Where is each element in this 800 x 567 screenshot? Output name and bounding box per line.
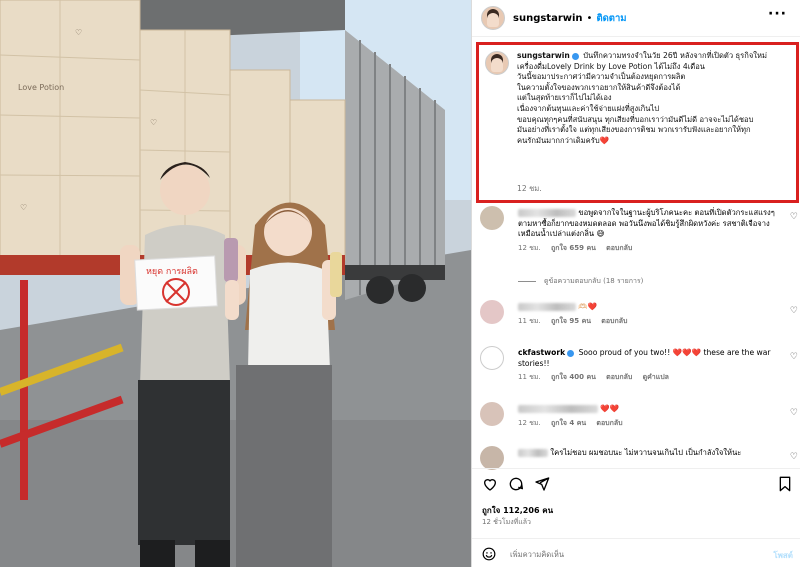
comment-emoji: ❤️❤️ (600, 404, 620, 413)
share-icon[interactable] (534, 476, 550, 492)
comment-likes[interactable]: ถูกใจ 659 คน (551, 244, 596, 252)
post-photo-illustration: Love Potion ♡ ♡ ♡ หยุด การผลิต (0, 0, 471, 567)
header-divider (472, 36, 800, 37)
svg-text:♡: ♡ (75, 28, 82, 37)
commenter-avatar[interactable] (480, 446, 504, 470)
comment-like-heart-icon[interactable]: ♡ (790, 212, 798, 222)
translate-button[interactable]: ดูคำแปล (643, 373, 669, 381)
caption-line-7: ขอบคุณทุกๆคนที่สนับสนุน ทุกเสียงที่บอกเร… (517, 114, 754, 124)
post-comment-button[interactable]: โพสต์ (773, 549, 793, 562)
caption-line-0: บันทึกความทรงจำในวัย 26ปี หลังจากที่เปิด… (583, 51, 768, 60)
likes-count[interactable]: ถูกใจ 112,206 คน (482, 504, 553, 517)
caption-line-2: วันนี้ขอมาประกาศว่ามีความจำเป็นต้องหยุดก… (517, 72, 686, 82)
comment-text: ใครไม่ชอบ ผมชอบนะ ไม่หวานจนเกินไป เป็นกำ… (550, 448, 742, 457)
comment-item: ใครไม่ชอบ ผมชอบนะ ไม่หวานจนเกินไป เป็นกำ… (480, 446, 798, 470)
comment-likes[interactable]: ถูกใจ 95 คน (551, 317, 591, 325)
svg-text:♡: ♡ (20, 203, 27, 212)
header-separator: • (586, 12, 593, 24)
author-username[interactable]: sungstarwin (513, 13, 583, 24)
sign-text: หยุด การผลิต (146, 266, 198, 277)
commenter-avatar[interactable] (480, 206, 504, 230)
svg-text:♡: ♡ (150, 118, 157, 127)
commenter-avatar[interactable] (480, 300, 504, 324)
caption-line-8: มันอย่างที่เราตั้งใจ แต่ทุกเสียงของการติ… (517, 125, 751, 135)
comment-time: 11 ชม. (518, 316, 541, 325)
reply-button[interactable]: ตอบกลับ (601, 317, 627, 325)
verified-badge-icon (571, 52, 579, 60)
commenter-avatar[interactable] (480, 346, 504, 370)
blurred-username (518, 405, 598, 413)
follow-button[interactable]: ติดตาม (596, 11, 626, 26)
comment-time: 12 ชม. (518, 418, 541, 427)
action-bar (482, 476, 792, 496)
comment-like-heart-icon[interactable]: ♡ (790, 408, 798, 418)
author-avatar[interactable] (481, 6, 505, 30)
add-comment-bar: เพิ่มความคิดเห็น โพสต์ (472, 538, 800, 567)
comment-time: 11 ชม. (518, 373, 541, 382)
comment-emoji: 😅 (596, 229, 605, 239)
reply-button[interactable]: ตอบกลับ (596, 419, 622, 427)
reply-button[interactable]: ตอบกลับ (606, 373, 632, 381)
view-replies-button[interactable]: ดูข้อความตอบกลับ (18 รายการ) (518, 276, 643, 287)
comment-like-heart-icon[interactable]: ♡ (790, 306, 798, 316)
caption-username[interactable]: sungstarwin (517, 51, 570, 60)
reply-button[interactable]: ตอบกลับ (606, 244, 632, 252)
comment-icon[interactable] (508, 476, 524, 492)
caption-line-4: แต่ในสุดท้ายเราก็ไปไม่ได้เอง (517, 93, 612, 103)
commenter-avatar[interactable] (480, 402, 504, 426)
comment-like-heart-icon[interactable]: ♡ (790, 452, 798, 462)
posted-time: 12 ชั่วโมงที่แล้ว (482, 518, 531, 526)
caption-line-1: เครื่องดื่มLovely Drink by Love Potion ไ… (517, 61, 705, 71)
comment-likes[interactable]: ถูกใจ 4 คน (551, 419, 586, 427)
verified-badge-icon (567, 349, 575, 357)
post-photo[interactable]: Love Potion ♡ ♡ ♡ หยุด การผลิต (0, 0, 471, 567)
emoji-smile-icon[interactable] (482, 547, 496, 561)
caption-line-5: เนื่องจากต้นทุนและค่าใช้จ่ายแฝงที่สูงเกิ… (517, 103, 660, 113)
blurred-username (518, 449, 548, 457)
blurred-username (518, 209, 576, 217)
comment-likes[interactable]: ถูกใจ 400 คน (551, 373, 596, 381)
caption-avatar[interactable] (485, 51, 509, 75)
comment-input[interactable]: เพิ่มความคิดเห็น (510, 549, 564, 561)
bookmark-icon[interactable] (778, 476, 792, 492)
comment-time: 12 ชม. (518, 243, 541, 252)
caption-text: sungstarwin บันทึกความทรงจำในวัย 26ปี หล… (517, 51, 783, 146)
comment-emoji: 🫶🏻❤️ (578, 302, 598, 311)
caption-heart-emoji: ❤️ (599, 135, 610, 145)
box-logo: Love Potion (18, 83, 64, 92)
actions-divider (472, 468, 800, 469)
view-replies-label: ดูข้อความตอบกลับ (18 รายการ) (544, 277, 644, 285)
comment-like-heart-icon[interactable]: ♡ (790, 352, 798, 362)
comment-emoji: ❤️❤️❤️ (672, 348, 702, 357)
caption-time: 12 ชม. (517, 184, 542, 193)
caption-highlight-box: sungstarwin บันทึกความทรงจำในวัย 26ปี หล… (476, 42, 799, 203)
caption-line-9: คนรักมันมากกว่าเดิมครับ (517, 135, 600, 145)
post-side-panel: sungstarwin • ติดตาม ··· sungstarwin บัน… (471, 0, 800, 567)
comment-text: Sooo proud of you two!! (578, 348, 671, 357)
post-header: sungstarwin • ติดตาม ··· (472, 0, 800, 36)
commenter-username[interactable]: ckfastwork (518, 348, 565, 357)
blurred-username (518, 303, 576, 311)
heart-outline-icon[interactable] (482, 476, 498, 492)
caption-line-3: ในความตั้งใจของพวกเราอยากให้สินค้าดีจึงต… (517, 82, 681, 92)
more-horizontal-icon[interactable]: ··· (768, 7, 787, 21)
